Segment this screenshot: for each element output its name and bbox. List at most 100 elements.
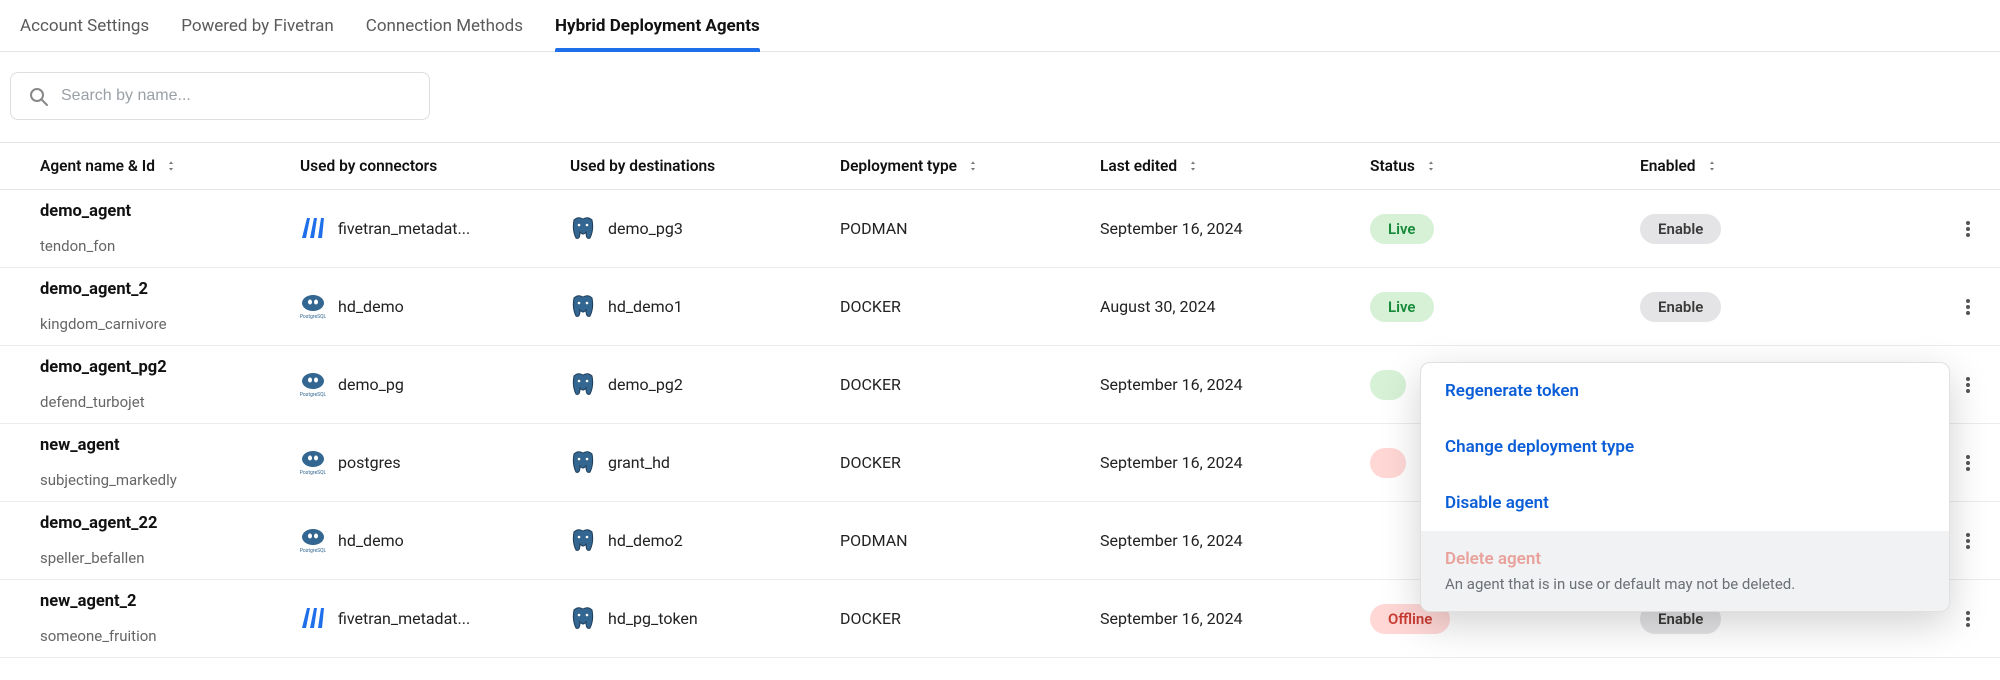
postgres-elephant-icon [570, 450, 596, 476]
last-edited: August 30, 2024 [1100, 297, 1216, 316]
connector-name: postgres [338, 453, 401, 472]
agent-name: new_agent_2 [40, 592, 136, 611]
kebab-icon [1966, 617, 1970, 621]
sort-icon [1425, 158, 1437, 174]
col-deployment[interactable]: Deployment type [840, 157, 1100, 175]
table-row[interactable]: demo_agent_2 kingdom_carnivore hd_demo hd_d… [0, 268, 2000, 346]
agent-id: kingdom_carnivore [40, 315, 167, 333]
col-edited-label: Last edited [1100, 157, 1177, 175]
row-menu-button[interactable] [1956, 217, 1980, 241]
connector-name: hd_demo [338, 531, 404, 550]
status-badge [1370, 448, 1406, 478]
sort-icon [967, 158, 979, 174]
connector-name: fivetran_metadat... [338, 219, 470, 238]
col-deploy-label: Deployment type [840, 157, 957, 175]
last-edited: September 16, 2024 [1100, 453, 1243, 472]
deployment-type: DOCKER [840, 609, 901, 628]
kebab-icon [1966, 227, 1970, 231]
search-input[interactable] [61, 87, 415, 105]
col-status-label: Status [1370, 157, 1415, 175]
enable-button[interactable]: Enable [1640, 214, 1721, 244]
deployment-type: PODMAN [840, 531, 908, 550]
postgres-logo-icon [300, 294, 326, 320]
connector-name: demo_pg [338, 375, 404, 394]
enable-button[interactable]: Enable [1640, 292, 1721, 322]
postgres-logo-icon [300, 528, 326, 554]
row-menu-button[interactable] [1956, 373, 1980, 397]
search-area [0, 52, 2000, 142]
deployment-type: DOCKER [840, 453, 901, 472]
col-connectors: Used by connectors [300, 157, 570, 175]
sort-icon [165, 158, 177, 174]
tab-connection-methods[interactable]: Connection Methods [366, 0, 523, 51]
col-destinations: Used by destinations [570, 157, 840, 175]
col-dest-label: Used by destinations [570, 157, 715, 175]
postgres-elephant-icon [570, 216, 596, 242]
agent-name: demo_agent_2 [40, 280, 148, 299]
last-edited: September 16, 2024 [1100, 609, 1243, 628]
agent-name: demo_agent [40, 202, 131, 221]
connector-name: fivetran_metadat... [338, 609, 470, 628]
fivetran-icon [300, 216, 326, 242]
deployment-type: DOCKER [840, 297, 901, 316]
destination-name: grant_hd [608, 453, 670, 472]
menu-regenerate-token[interactable]: Regenerate token [1421, 363, 1949, 419]
kebab-icon [1966, 383, 1970, 387]
destination-name: hd_pg_token [608, 609, 698, 628]
col-agent[interactable]: Agent name & Id [40, 157, 300, 175]
destination-name: demo_pg3 [608, 219, 683, 238]
col-last-edited[interactable]: Last edited [1100, 157, 1370, 175]
col-enabled-label: Enabled [1640, 157, 1696, 175]
destination-name: demo_pg2 [608, 375, 683, 394]
menu-change-deployment-type[interactable]: Change deployment type [1421, 419, 1949, 475]
sort-icon [1187, 158, 1199, 174]
kebab-icon [1966, 539, 1970, 543]
table-header: Agent name & Id Used by connectors Used … [0, 142, 2000, 190]
destination-name: hd_demo2 [608, 531, 683, 550]
agent-id: tendon_fon [40, 237, 115, 255]
row-menu-button[interactable] [1956, 529, 1980, 553]
postgres-logo-icon [300, 450, 326, 476]
status-badge: Live [1370, 292, 1434, 322]
tab-hybrid-deployment-agents[interactable]: Hybrid Deployment Agents [555, 0, 760, 51]
row-context-menu: Regenerate token Change deployment type … [1420, 362, 1950, 612]
agent-id: defend_turbojet [40, 393, 145, 411]
kebab-icon [1966, 305, 1970, 309]
kebab-icon [1966, 461, 1970, 465]
row-menu-button[interactable] [1956, 607, 1980, 631]
agent-id: someone_fruition [40, 627, 157, 645]
sort-icon [1706, 158, 1718, 174]
last-edited: September 16, 2024 [1100, 375, 1243, 394]
postgres-elephant-icon [570, 606, 596, 632]
col-enabled[interactable]: Enabled [1640, 157, 1900, 175]
agent-name: demo_agent_pg2 [40, 358, 167, 377]
postgres-elephant-icon [570, 528, 596, 554]
col-status[interactable]: Status [1370, 157, 1640, 175]
col-conn-label: Used by connectors [300, 157, 437, 175]
search-icon [25, 83, 51, 109]
status-badge: Live [1370, 214, 1434, 244]
tab-account-settings[interactable]: Account Settings [20, 0, 149, 51]
menu-delete-agent: Delete agent An agent that is in use or … [1421, 531, 1949, 611]
tab-powered-by-fivetran[interactable]: Powered by Fivetran [181, 0, 334, 51]
fivetran-icon [300, 606, 326, 632]
agent-id: subjecting_markedly [40, 471, 177, 489]
col-agent-label: Agent name & Id [40, 157, 155, 175]
postgres-elephant-icon [570, 372, 596, 398]
tabs-bar: Account Settings Powered by Fivetran Con… [0, 0, 2000, 52]
table-row[interactable]: demo_agent tendon_fon fivetran_metadat... d… [0, 190, 2000, 268]
last-edited: September 16, 2024 [1100, 219, 1243, 238]
agent-name: demo_agent_22 [40, 514, 157, 533]
status-badge [1370, 370, 1406, 400]
last-edited: September 16, 2024 [1100, 531, 1243, 550]
deployment-type: PODMAN [840, 219, 908, 238]
menu-disable-agent[interactable]: Disable agent [1421, 475, 1949, 531]
agent-id: speller_befallen [40, 549, 145, 567]
search-box[interactable] [10, 72, 430, 120]
destination-name: hd_demo1 [608, 297, 683, 316]
postgres-logo-icon [300, 372, 326, 398]
row-menu-button[interactable] [1956, 451, 1980, 475]
connector-name: hd_demo [338, 297, 404, 316]
row-menu-button[interactable] [1956, 295, 1980, 319]
agent-name: new_agent [40, 436, 120, 455]
